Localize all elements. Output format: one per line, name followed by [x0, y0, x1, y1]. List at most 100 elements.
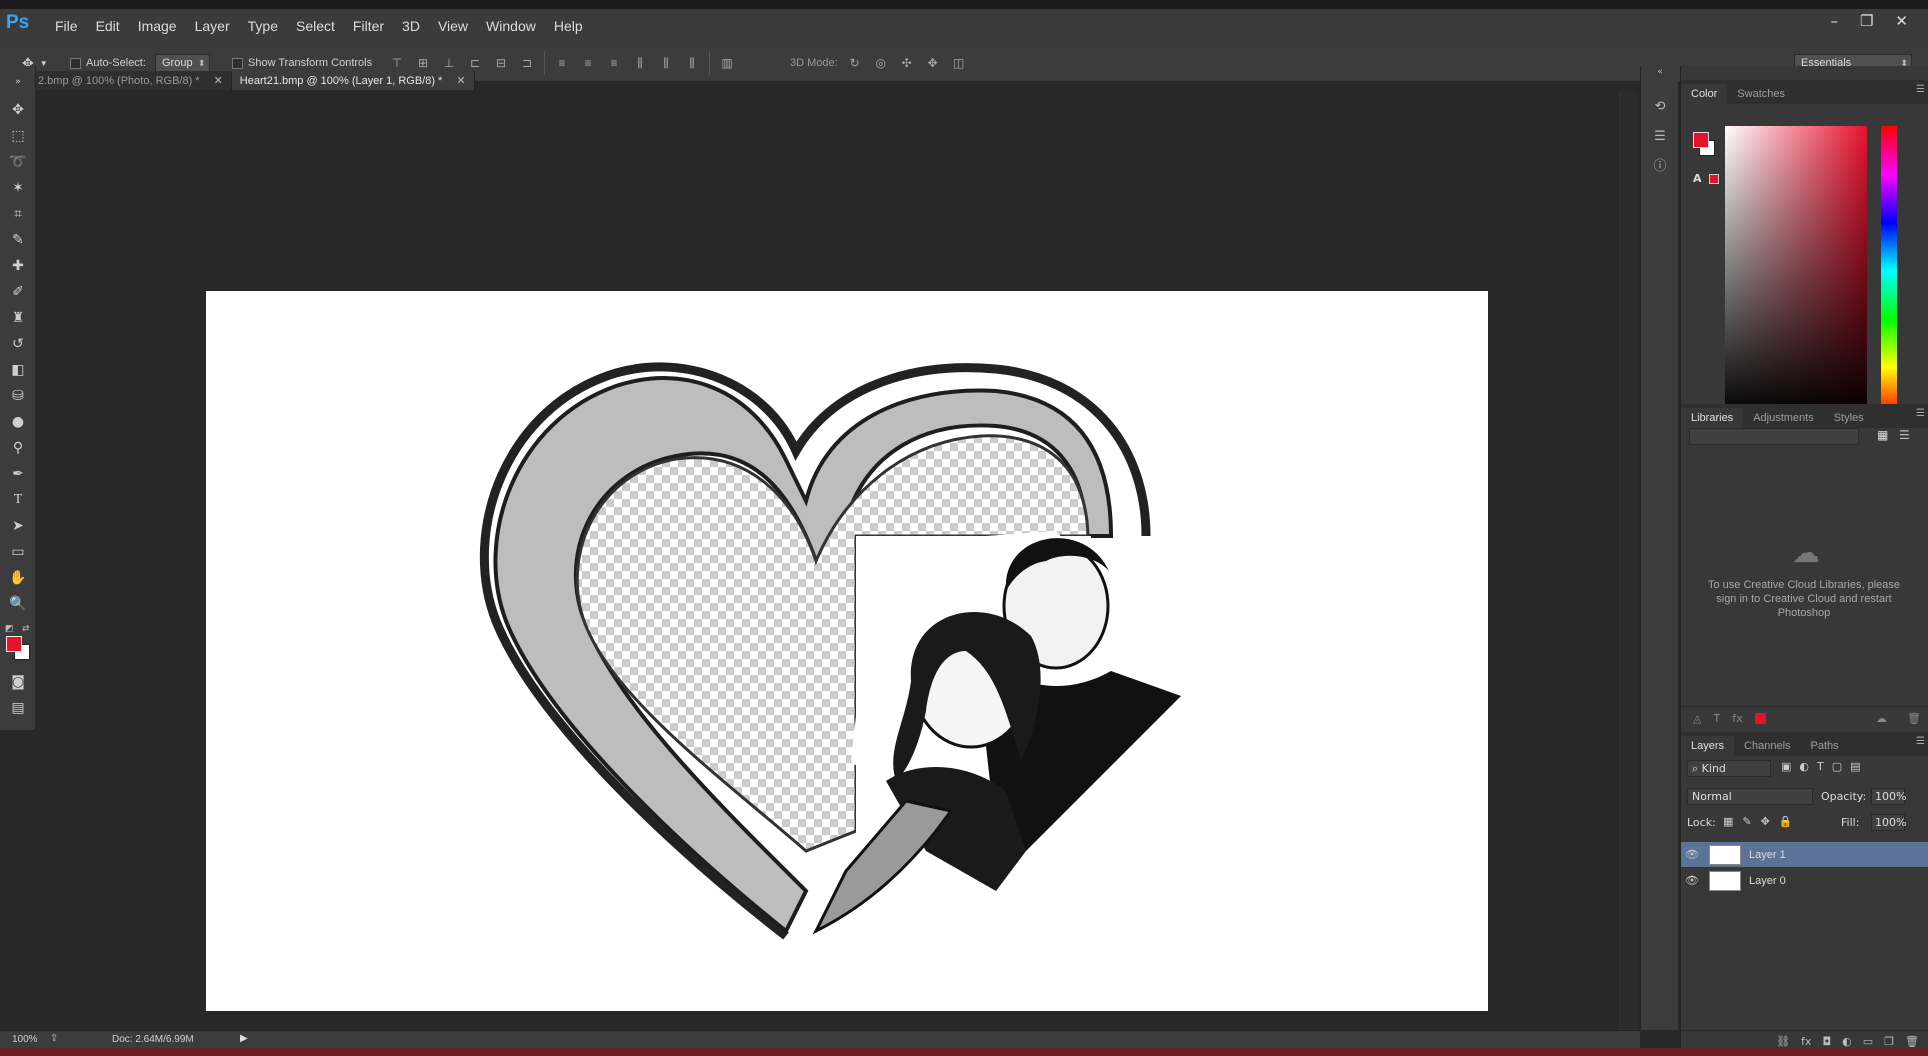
tab-libraries[interactable]: Libraries	[1681, 408, 1744, 428]
add-text-icon[interactable]: T	[1713, 712, 1720, 725]
menu-type[interactable]: Type	[239, 15, 287, 37]
close-icon[interactable]: ✕	[1895, 12, 1908, 30]
status-menu-arrow-icon[interactable]: ▶	[240, 1033, 248, 1044]
distribute-hcenter-icon[interactable]: ⫼	[657, 54, 675, 72]
zoom-level[interactable]: 100%	[12, 1034, 38, 1045]
rectangle-tool-icon[interactable]: ▭	[8, 542, 28, 562]
auto-select-checkbox[interactable]	[70, 57, 81, 69]
tab-heart21-bmp[interactable]: Heart21.bmp @ 100% (Layer 1, RGB/8) * ✕	[231, 71, 475, 90]
distribute-right-icon[interactable]: ⫼	[683, 54, 701, 72]
eraser-tool-icon[interactable]: ◧	[8, 360, 28, 380]
add-style-icon[interactable]: fx	[1732, 712, 1742, 725]
vertical-scrollbar[interactable]	[1619, 91, 1638, 1030]
menu-filter[interactable]: Filter	[344, 15, 393, 37]
align-vcenter-icon[interactable]: ⊞	[414, 54, 432, 72]
default-colors-icon[interactable]: ◩	[5, 624, 14, 634]
panel-menu-icon[interactable]: ☰	[1916, 84, 1925, 95]
layer-row-layer-1[interactable]: 👁 Layer 1	[1681, 842, 1928, 867]
grid-view-icon[interactable]: ▦	[1877, 428, 1888, 442]
move-tool-icon[interactable]: ✥	[8, 100, 28, 120]
dodge-tool-icon[interactable]: ⚲	[8, 438, 28, 458]
tab-paths[interactable]: Paths	[1801, 736, 1849, 756]
paint-bucket-tool-icon[interactable]: ⛁	[8, 386, 28, 406]
clone-stamp-tool-icon[interactable]: ♜	[8, 308, 28, 328]
info-panel-icon[interactable]: ⓘ	[1650, 154, 1670, 174]
new-layer-icon[interactable]: ❐	[1884, 1035, 1894, 1048]
lock-pixels-icon[interactable]: ✎	[1742, 815, 1751, 828]
blur-tool-icon[interactable]: ●	[8, 412, 28, 432]
3d-drag-icon[interactable]: ✣	[898, 54, 916, 72]
hue-slider[interactable]	[1881, 126, 1897, 416]
magic-wand-tool-icon[interactable]: ✶	[8, 178, 28, 198]
smart-object-filter-icon[interactable]: ▤	[1850, 760, 1860, 773]
add-graphic-icon[interactable]: ◬	[1693, 712, 1701, 725]
tab-channels[interactable]: Channels	[1734, 736, 1800, 756]
crop-tool-icon[interactable]: ⌗	[8, 204, 28, 224]
menu-3d[interactable]: 3D	[393, 15, 429, 37]
zoom-tool-icon[interactable]: 🔍	[8, 594, 28, 614]
screen-mode-icon[interactable]: ▤	[8, 698, 28, 718]
tab-2-bmp[interactable]: 2.bmp @ 100% (Photo, RGB/8) * ✕	[30, 71, 232, 90]
panel-menu-icon[interactable]: ☰	[1916, 736, 1925, 747]
path-selection-tool-icon[interactable]: ➤	[8, 516, 28, 536]
add-color-icon[interactable]	[1754, 713, 1766, 724]
menu-edit[interactable]: Edit	[87, 15, 129, 37]
align-left-icon[interactable]: ⊏	[466, 54, 484, 72]
3d-roll-icon[interactable]: ◎	[872, 54, 890, 72]
layer-filter-dropdown[interactable]: ⌕ Kind	[1687, 760, 1771, 777]
pen-tool-icon[interactable]: ✒	[8, 464, 28, 484]
collapse-panel-icon[interactable]: »	[8, 72, 28, 92]
show-transform-checkbox[interactable]	[232, 57, 243, 69]
new-adjustment-icon[interactable]: ◐	[1842, 1035, 1852, 1048]
tab-layers[interactable]: Layers	[1681, 736, 1735, 756]
library-dropdown[interactable]	[1689, 428, 1859, 445]
adjustment-filter-icon[interactable]: ◐	[1799, 760, 1809, 773]
brush-tool-icon[interactable]: ✐	[8, 282, 28, 302]
document-canvas[interactable]	[206, 291, 1488, 1011]
distribute-left-icon[interactable]: ⫼	[631, 54, 649, 72]
layer-row-layer-0[interactable]: 👁 Layer 0	[1681, 868, 1928, 893]
panel-fg-color[interactable]	[1693, 132, 1709, 148]
type-tool-icon[interactable]: T	[8, 490, 28, 510]
lock-transparency-icon[interactable]: ▦	[1723, 815, 1733, 828]
quick-mask-icon[interactable]: ◙	[8, 672, 28, 692]
restore-icon[interactable]: ❐	[1860, 12, 1873, 30]
minimize-icon[interactable]: –	[1830, 12, 1838, 30]
fill-input[interactable]: 100%	[1871, 814, 1906, 831]
eye-icon[interactable]: 👁	[1681, 874, 1703, 887]
delete-layer-icon[interactable]: 🗑	[1905, 1035, 1919, 1048]
3d-scale-icon[interactable]: ◫	[950, 54, 968, 72]
share-icon[interactable]: ⇪	[50, 1033, 58, 1044]
menu-image[interactable]: Image	[129, 15, 186, 37]
type-filter-icon[interactable]: T	[1817, 760, 1824, 773]
add-mask-icon[interactable]: ◘	[1822, 1035, 1831, 1048]
align-hcenter-icon[interactable]: ⊟	[492, 54, 510, 72]
lock-position-icon[interactable]: ✥	[1761, 815, 1770, 828]
shape-filter-icon[interactable]: ▢	[1832, 760, 1842, 773]
collapse-icon[interactable]: «	[1650, 62, 1670, 82]
blend-mode-dropdown[interactable]: Normal	[1687, 788, 1813, 805]
gamut-color-swatch[interactable]	[1709, 174, 1719, 184]
opacity-input[interactable]: 100%	[1871, 788, 1906, 805]
menu-layer[interactable]: Layer	[186, 15, 239, 37]
new-group-icon[interactable]: ▭	[1863, 1035, 1873, 1048]
healing-brush-tool-icon[interactable]: ✚	[8, 256, 28, 276]
close-tab-icon[interactable]: ✕	[456, 74, 465, 87]
link-layers-icon[interactable]: ⛓	[1776, 1035, 1790, 1048]
menu-file[interactable]: File	[46, 15, 87, 37]
close-tab-icon[interactable]: ✕	[214, 74, 223, 87]
align-right-icon[interactable]: ⊐	[518, 54, 536, 72]
foreground-color-swatch[interactable]	[6, 636, 22, 652]
distribute-vcenter-icon[interactable]: ≡	[579, 54, 597, 72]
color-field[interactable]	[1725, 126, 1867, 416]
eye-icon[interactable]: 👁	[1681, 848, 1703, 861]
auto-align-icon[interactable]: ▥	[718, 54, 736, 72]
eyedropper-tool-icon[interactable]: ✎	[8, 230, 28, 250]
align-bottom-icon[interactable]: ⊥	[440, 54, 458, 72]
3d-rotate-icon[interactable]: ↻	[846, 54, 864, 72]
menu-select[interactable]: Select	[287, 15, 344, 37]
properties-panel-icon[interactable]: ☰	[1650, 126, 1670, 146]
pixel-filter-icon[interactable]: ▣	[1781, 760, 1791, 773]
layer-style-icon[interactable]: fx	[1801, 1035, 1811, 1048]
menu-help[interactable]: Help	[545, 15, 592, 37]
